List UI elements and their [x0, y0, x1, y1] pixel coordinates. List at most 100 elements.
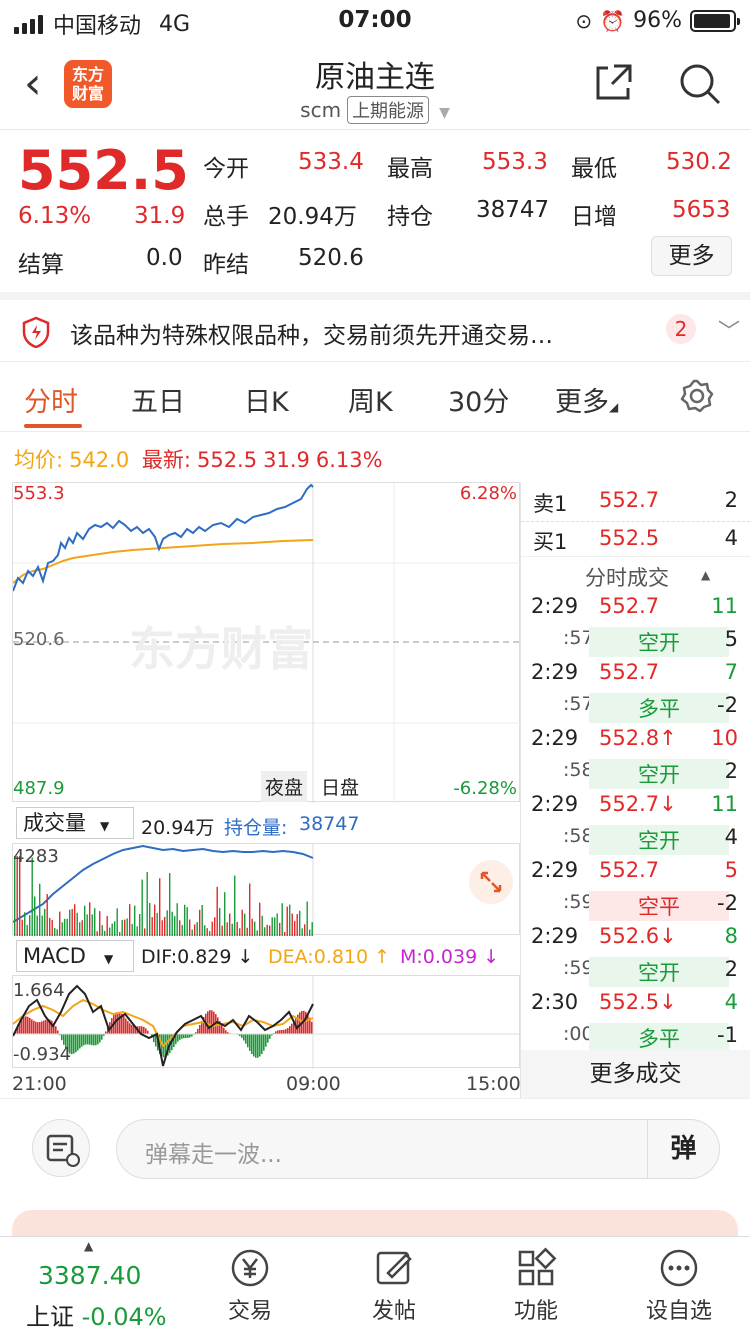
status-bar: 中国移动 4G 07:00 ⊙ ⏰ 96% [0, 0, 750, 40]
macd-bar [125, 1018, 127, 1034]
volume-indicator-select[interactable]: 成交量 ▼ [16, 807, 134, 839]
oi-indicator-label: 持仓量: [224, 817, 288, 839]
tick-qty: 4 [724, 990, 738, 1014]
volume-max-label: 4283 [13, 846, 59, 867]
tick-action: 空开 [589, 759, 729, 789]
volume-bar [209, 931, 211, 936]
macd-chart-svg [13, 976, 521, 1069]
tick-change: 4 [724, 825, 738, 849]
macd-bar [253, 1034, 255, 1057]
volume-bar [246, 927, 248, 936]
comment-list-button[interactable] [32, 1119, 90, 1177]
more-trades-button[interactable]: 更多成交 [521, 1050, 750, 1098]
volume-bar [106, 915, 108, 936]
macd-bar [95, 1034, 97, 1046]
macd-bar [131, 1024, 133, 1034]
macd-bar [145, 1028, 147, 1034]
volume-chart-svg [13, 844, 314, 936]
macd-bar [27, 1016, 29, 1034]
tab-daily-k[interactable]: 日K [244, 380, 289, 419]
tab-weekly-k[interactable]: 周K [348, 380, 393, 419]
volume-bar [71, 909, 73, 936]
volume-bar [91, 914, 93, 936]
permission-notice[interactable]: 该品种为特殊权限品种，交易前须先开通交易… 2 ﹀ [0, 292, 750, 362]
more-button[interactable]: 更多 [651, 236, 732, 276]
tab-post[interactable]: 发帖 [339, 1247, 449, 1325]
avg-price-line [13, 539, 314, 584]
macd-chart[interactable]: 1.664 -0.934 [12, 975, 521, 1069]
tab-watchlist[interactable]: 设自选 [624, 1247, 734, 1325]
gear-icon[interactable] [679, 378, 715, 414]
tick-time: 2:30 [531, 990, 579, 1014]
volume-bar [264, 927, 266, 936]
macd-bar [245, 1034, 247, 1044]
tab-five-day[interactable]: 五日 [131, 380, 185, 419]
share-icon[interactable] [594, 62, 634, 102]
volume-bar [131, 923, 133, 936]
volume-bar [184, 904, 186, 936]
latest-change: 31.9 [263, 448, 310, 472]
index-pct: -0.04% [81, 1303, 167, 1331]
divider [521, 556, 750, 557]
macd-bar [261, 1034, 263, 1055]
volume-bar [271, 917, 273, 936]
contract-subtitle[interactable]: scm 上期能源 ▼ [0, 96, 750, 124]
caret-up-icon: ▲ [701, 568, 711, 582]
tab-intraday[interactable]: 分时 [24, 380, 78, 419]
volume-bar [304, 924, 306, 936]
oi-label: 持仓 [387, 204, 433, 230]
volume-bar [229, 913, 231, 936]
volume-bar [34, 896, 36, 936]
tick-price: 552.7↓ [599, 792, 677, 816]
latest-label: 最新: [141, 448, 191, 472]
volume-bar [199, 909, 201, 936]
volume-bar [79, 922, 81, 936]
night-session-tag: 夜盘 [261, 771, 308, 802]
volume-bar [26, 924, 28, 936]
tick-price: 552.7 [599, 660, 660, 684]
macd-bar [55, 1026, 57, 1034]
macd-bar [247, 1034, 249, 1048]
tab-more[interactable]: 更多◢ [555, 380, 618, 419]
volume-bar [236, 921, 238, 936]
tab-trade[interactable]: 交易 [195, 1247, 305, 1325]
volume-bar [216, 886, 218, 936]
tab-functions[interactable]: 功能 [481, 1247, 591, 1325]
tab-30min[interactable]: 30分 [448, 380, 509, 419]
volume-bar [59, 911, 61, 936]
macd-bar [117, 1012, 119, 1034]
volume-chart[interactable]: 4283 [12, 843, 520, 936]
volume-bar [249, 883, 251, 936]
volume-bar [174, 916, 176, 936]
danmaku-input[interactable]: 弹幕走一波... 弹 [116, 1119, 720, 1179]
volume-bar [94, 908, 96, 936]
x-label-end: 15:00 [466, 1073, 521, 1095]
search-icon[interactable] [678, 62, 722, 106]
price-summary-line: 均价: 542.0 最新: 552.5 31.9 6.13% [14, 444, 389, 474]
volume-bar [204, 925, 206, 936]
expand-icon[interactable] [468, 859, 514, 905]
macd-bar [33, 1020, 35, 1034]
volume-bar [274, 917, 276, 936]
volume-bar [279, 922, 281, 936]
volume-bar [219, 907, 221, 936]
macd-indicator-select[interactable]: MACD ▼ [16, 940, 134, 972]
shield-icon [22, 316, 50, 348]
volume-bar [154, 904, 156, 936]
tick-action: 空开 [589, 825, 729, 855]
ask-qty: 2 [724, 488, 738, 512]
tick-change: -2 [717, 693, 738, 717]
volume-bar [134, 905, 136, 936]
m-value: M:0.039 ↓ [400, 946, 500, 968]
macd-bar [71, 1034, 73, 1055]
volume-bar [161, 920, 163, 936]
chevron-down-icon[interactable]: ﹀ [718, 314, 740, 346]
macd-bar [255, 1034, 257, 1058]
price-mid-label: 520.6 [13, 629, 65, 650]
nav-bar: ‹ 东方 财富 原油主连 scm 上期能源 ▼ [0, 40, 750, 130]
danmaku-toggle-button[interactable]: 弹 [647, 1120, 719, 1178]
macd-bar [77, 1034, 79, 1051]
intraday-price-chart[interactable]: 东方财富 553.3 520.6 487.9 6.28% -6.28% 夜盘 日… [12, 482, 521, 803]
macd-bar [85, 1034, 87, 1045]
macd-bar [43, 1020, 45, 1034]
